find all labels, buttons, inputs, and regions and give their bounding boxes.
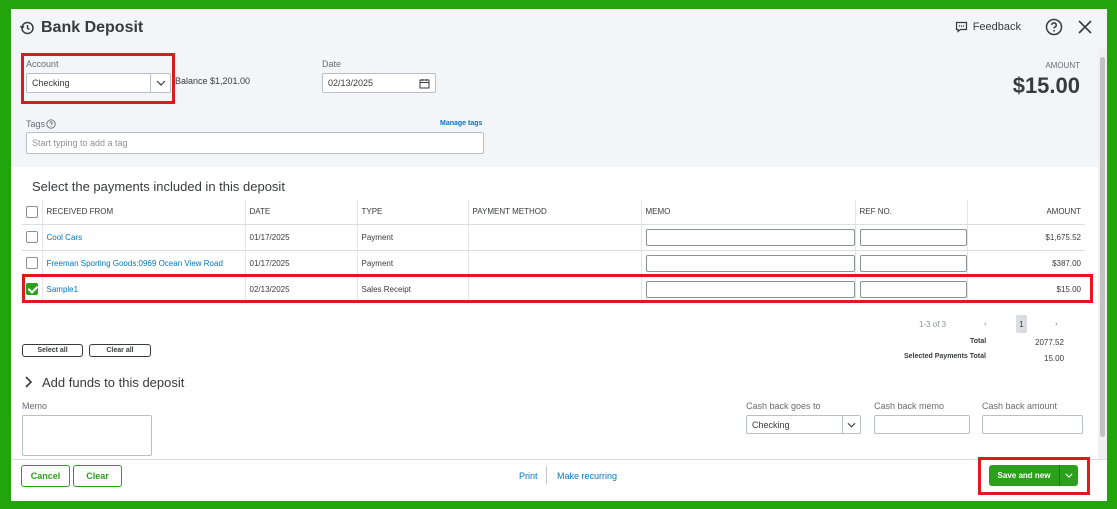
cash-back-memo-input[interactable] bbox=[874, 415, 970, 434]
column-header[interactable]: AMOUNT bbox=[967, 200, 1085, 225]
cash-back-amount-label: Cash back amount bbox=[982, 401, 1058, 411]
ref-no-input[interactable] bbox=[859, 254, 967, 272]
memo-input[interactable] bbox=[645, 228, 855, 246]
info-icon[interactable] bbox=[46, 119, 56, 129]
memo-input[interactable] bbox=[645, 254, 855, 272]
amount-value: $15.00 bbox=[1012, 73, 1080, 98]
cash-back-account-select[interactable]: Checking bbox=[746, 415, 861, 434]
row-date: 01/17/2025 bbox=[245, 224, 358, 251]
account-balance: Balance $1,201.00 bbox=[175, 76, 251, 86]
row-ref-cell bbox=[855, 224, 968, 251]
tags-input[interactable]: Start typing to add a tag bbox=[26, 132, 484, 154]
tags-placeholder: Start typing to add a tag bbox=[32, 138, 128, 148]
memo-label: Memo bbox=[22, 401, 48, 411]
date-value: 02/13/2025 bbox=[328, 78, 374, 88]
payments-section-title: Select the payments included in this dep… bbox=[32, 179, 285, 194]
chevron-down-icon bbox=[842, 416, 860, 433]
ref-no-input[interactable] bbox=[859, 228, 967, 246]
row-date: 01/17/2025 bbox=[245, 250, 358, 277]
row-checkbox-cell bbox=[22, 224, 43, 251]
calendar-icon[interactable] bbox=[419, 78, 430, 89]
row-checkbox-cell bbox=[22, 250, 43, 277]
bank-deposit-window: Bank Deposit Feedback Account Checking B… bbox=[11, 9, 1107, 501]
select-all-button[interactable]: Select all bbox=[22, 344, 83, 357]
table-header-row: RECEIVED FROM DATE TYPE PAYMENT METHOD M… bbox=[22, 200, 1085, 225]
row-memo-cell bbox=[641, 250, 856, 277]
feedback-button[interactable]: Feedback bbox=[955, 21, 1021, 33]
cash-back-goes-to-label: Cash back goes to bbox=[746, 401, 821, 411]
column-header[interactable]: MEMO bbox=[641, 200, 856, 225]
column-header[interactable]: PAYMENT METHOD bbox=[468, 200, 642, 225]
chat-bubble-icon bbox=[955, 21, 968, 33]
table-row[interactable]: Freeman Sporting Goods:0969 Ocean View R… bbox=[22, 250, 1085, 277]
prev-page-icon[interactable]: ‹ bbox=[984, 319, 987, 328]
help-icon[interactable] bbox=[1045, 18, 1063, 36]
row-payment-method bbox=[468, 250, 642, 277]
footer-bar: Cancel Clear Print Make recurring Save a… bbox=[11, 457, 1107, 501]
scrollbar[interactable] bbox=[1098, 49, 1107, 459]
account-highlight bbox=[21, 53, 175, 104]
print-link[interactable]: Print bbox=[519, 471, 538, 481]
total-value: 2077.52 bbox=[1035, 338, 1064, 347]
cash-back-account-value: Checking bbox=[752, 419, 790, 430]
column-header[interactable]: REF NO. bbox=[855, 200, 968, 225]
scrollbar-thumb[interactable] bbox=[1100, 57, 1105, 437]
column-header[interactable]: DATE bbox=[245, 200, 358, 225]
title-row: Bank Deposit bbox=[19, 19, 143, 37]
memo-textarea[interactable] bbox=[22, 415, 152, 456]
row-memo-cell bbox=[641, 224, 856, 251]
total-label: Total bbox=[970, 338, 987, 345]
row-checkbox[interactable] bbox=[26, 257, 38, 269]
save-highlight bbox=[978, 457, 1090, 495]
add-funds-title[interactable]: Add funds to this deposit bbox=[42, 375, 184, 390]
cash-back-memo-label: Cash back memo bbox=[874, 401, 945, 411]
row-amount: $1,675.52 bbox=[967, 224, 1085, 251]
column-header[interactable]: TYPE bbox=[357, 200, 469, 225]
window-controls: Feedback bbox=[955, 18, 1093, 36]
received-from-link[interactable]: Freeman Sporting Goods:0969 Ocean View R… bbox=[42, 250, 246, 277]
received-from-link[interactable]: Cool Cars bbox=[42, 224, 246, 251]
amount-label: AMOUNT bbox=[1045, 61, 1080, 70]
row-payment-method bbox=[468, 224, 642, 251]
row-type: Payment bbox=[357, 250, 469, 277]
next-page-icon[interactable]: › bbox=[1055, 319, 1058, 328]
date-label: Date bbox=[322, 59, 342, 69]
make-recurring-link[interactable]: Make recurring bbox=[557, 471, 617, 481]
pagination-range: 1-3 of 3 bbox=[919, 320, 947, 329]
page-number-button[interactable]: 1 bbox=[1016, 315, 1027, 333]
close-icon[interactable] bbox=[1077, 19, 1093, 35]
footer-divider bbox=[546, 466, 547, 484]
selected-total-value: 15.00 bbox=[1044, 354, 1065, 363]
row-ref-cell bbox=[855, 250, 968, 277]
chevron-right-icon[interactable] bbox=[24, 376, 34, 388]
tags-label: Tags bbox=[26, 119, 46, 129]
manage-tags-link[interactable]: Manage tags bbox=[440, 120, 482, 127]
table-row[interactable]: Cool Cars 01/17/2025 Payment $1,675.52 bbox=[22, 224, 1085, 251]
selected-total-label: Selected Payments Total bbox=[904, 353, 986, 360]
header-checkbox[interactable] bbox=[26, 205, 38, 218]
row-amount: $387.00 bbox=[967, 250, 1085, 277]
page-title: Bank Deposit bbox=[41, 19, 144, 36]
selected-row-highlight bbox=[22, 274, 1093, 303]
column-header[interactable]: RECEIVED FROM bbox=[42, 200, 246, 225]
cash-back-amount-input[interactable] bbox=[982, 415, 1083, 434]
row-checkbox[interactable] bbox=[26, 231, 38, 243]
history-icon[interactable] bbox=[19, 20, 35, 36]
clear-button[interactable]: Clear bbox=[73, 465, 122, 487]
row-type: Payment bbox=[357, 224, 469, 251]
date-field[interactable]: 02/13/2025 bbox=[322, 73, 436, 93]
select-all-header-cell bbox=[22, 200, 43, 225]
cancel-button[interactable]: Cancel bbox=[21, 465, 70, 487]
feedback-label: Feedback bbox=[972, 21, 1021, 33]
clear-all-button[interactable]: Clear all bbox=[89, 344, 151, 357]
